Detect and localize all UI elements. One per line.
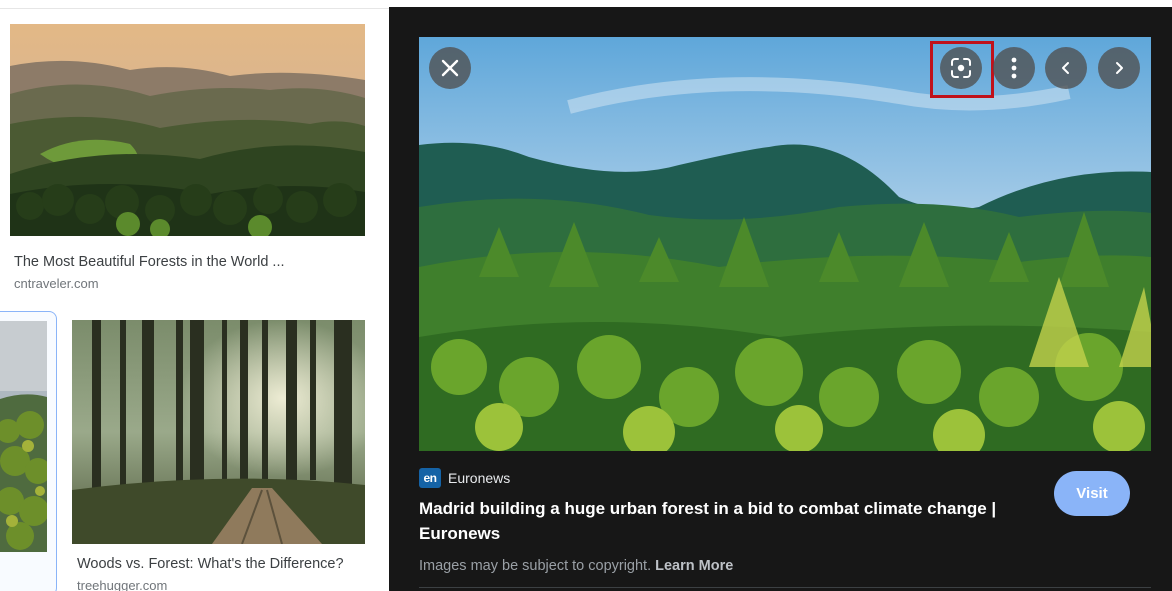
- source-row[interactable]: en Euronews: [419, 468, 510, 488]
- chevron-right-icon: [1113, 61, 1125, 75]
- visit-button[interactable]: Visit: [1054, 471, 1130, 516]
- copyright-text: Images may be subject to copyright.: [419, 558, 652, 574]
- google-images-page: The Most Beautiful Forests in the World …: [0, 0, 1172, 591]
- preview-image[interactable]: [419, 37, 1151, 451]
- result-title[interactable]: Woods vs. Forest: What's the Difference?: [77, 556, 365, 572]
- source-name[interactable]: Euronews: [448, 470, 510, 486]
- close-button[interactable]: [429, 47, 471, 89]
- more-options-button[interactable]: [993, 47, 1035, 89]
- result-card-selected[interactable]: [0, 311, 57, 591]
- preview-headline[interactable]: Madrid building a huge urban forest in a…: [419, 496, 1039, 546]
- next-image-button[interactable]: [1098, 47, 1140, 89]
- source-logo: en: [419, 468, 441, 488]
- result-thumbnail[interactable]: [10, 24, 365, 236]
- highlight-box: [930, 41, 994, 98]
- result-title[interactable]: The Most Beautiful Forests in the World …: [14, 254, 365, 270]
- result-card[interactable]: The Most Beautiful Forests in the World …: [10, 24, 365, 291]
- divider: [419, 587, 1151, 588]
- close-icon: [441, 59, 459, 77]
- result-source: treehugger.com: [77, 578, 168, 591]
- copyright-notice: Images may be subject to copyright. Learn…: [419, 558, 733, 574]
- result-thumbnail[interactable]: [72, 320, 365, 544]
- previous-image-button[interactable]: [1045, 47, 1087, 89]
- result-source: cntraveler.com: [14, 276, 99, 291]
- more-vert-icon: [1011, 57, 1017, 79]
- image-preview-panel: en Euronews Madrid building a huge urban…: [389, 7, 1172, 591]
- divider: [0, 8, 389, 9]
- image-results-grid: The Most Beautiful Forests in the World …: [0, 0, 389, 591]
- result-card[interactable]: Woods vs. Forest: What's the Difference?…: [72, 320, 365, 591]
- result-thumbnail[interactable]: [0, 321, 47, 552]
- chevron-left-icon: [1060, 61, 1072, 75]
- learn-more-link[interactable]: Learn More: [655, 558, 733, 574]
